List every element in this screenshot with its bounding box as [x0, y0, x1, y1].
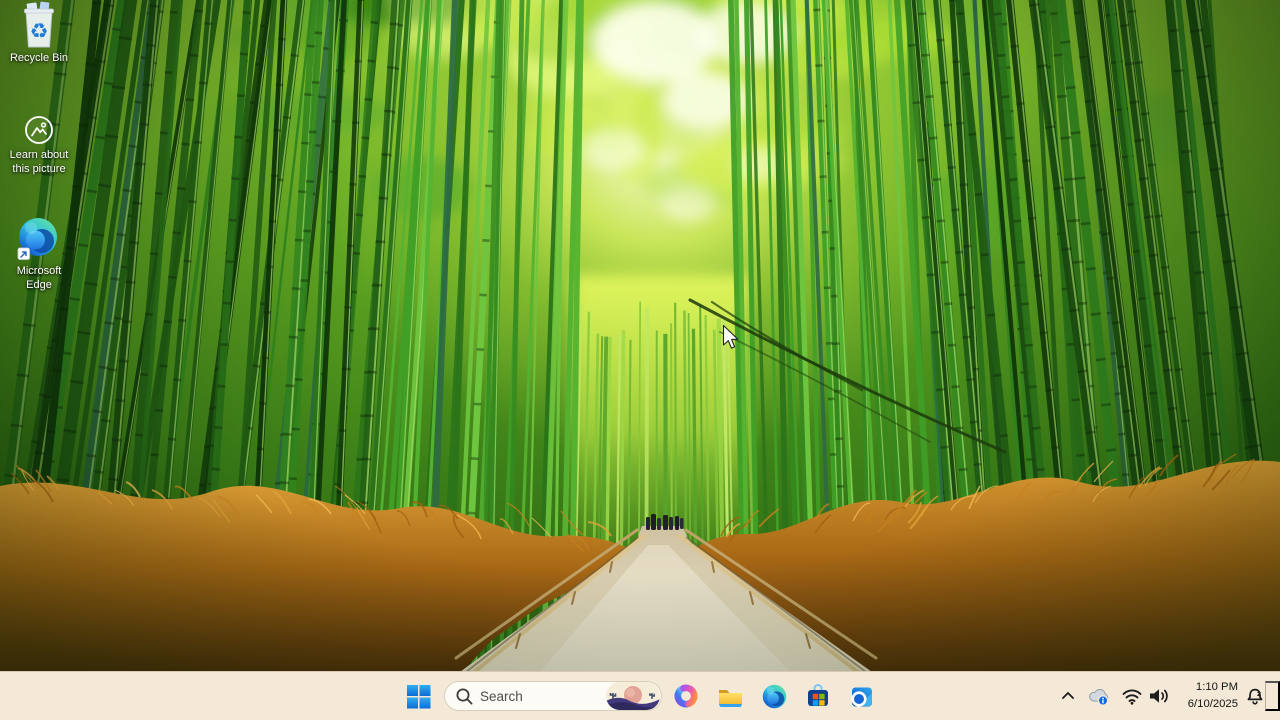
volume-icon [1150, 689, 1168, 703]
desktop-icon-recycle-bin[interactable]: ♻ Recycle Bin [0, 1, 78, 65]
search-daily-image[interactable] [606, 682, 660, 710]
tray-volume[interactable] [1145, 680, 1173, 712]
edge-icon [762, 684, 786, 708]
search-icon [456, 688, 473, 705]
copilot-icon [674, 684, 698, 708]
outlook-icon [851, 687, 872, 707]
wallpaper-bamboo-forest [0, 0, 1280, 672]
tray-clock[interactable]: 1:10 PM 6/10/2025 [1172, 679, 1238, 713]
file-explorer-icon [718, 689, 742, 707]
desktop-icon-label: Learn about this picture [9, 149, 69, 175]
taskbar-app-file-explorer[interactable] [710, 678, 750, 714]
tray-wifi[interactable] [1119, 680, 1145, 712]
show-desktop-button[interactable] [1265, 681, 1280, 711]
onedrive-cloud-icon [1089, 688, 1109, 706]
picture-info-icon [25, 116, 53, 144]
desktop-icon-label: Microsoft Edge [16, 265, 62, 291]
recycle-bin-icon: ♻ [24, 1, 54, 48]
desktop-icon-microsoft-edge[interactable]: Microsoft Edge [0, 216, 78, 292]
taskbar-app-edge[interactable] [754, 678, 794, 714]
chevron-up-icon [1062, 692, 1074, 699]
taskbar: 1:10 PM 6/10/2025 z [0, 671, 1280, 720]
edge-shortcut-icon [17, 218, 57, 260]
taskbar-app-outlook[interactable] [842, 678, 882, 714]
taskbar-app-microsoft-store[interactable] [798, 678, 838, 714]
tray-onedrive[interactable] [1084, 680, 1112, 712]
taskbar-app-copilot[interactable] [666, 678, 706, 714]
tray-chevron-up[interactable] [1056, 680, 1080, 712]
windows-logo-icon [406, 684, 430, 708]
bell-dnd-icon: z [1247, 688, 1263, 705]
start-button[interactable] [398, 678, 438, 714]
search-box[interactable] [444, 681, 662, 711]
svg-text:♻: ♻ [30, 19, 49, 43]
tray-date: 6/10/2025 [1187, 698, 1238, 710]
search-input[interactable] [474, 688, 606, 704]
desktop-icon-learn-about-this-picture[interactable]: Learn about this picture [0, 114, 78, 176]
wifi-icon [1122, 689, 1142, 705]
microsoft-store-icon [808, 684, 828, 706]
svg-text:z: z [1257, 690, 1261, 698]
tray-time: 1:10 PM [1195, 681, 1238, 693]
desktop-icon-label: Recycle Bin [9, 52, 69, 64]
